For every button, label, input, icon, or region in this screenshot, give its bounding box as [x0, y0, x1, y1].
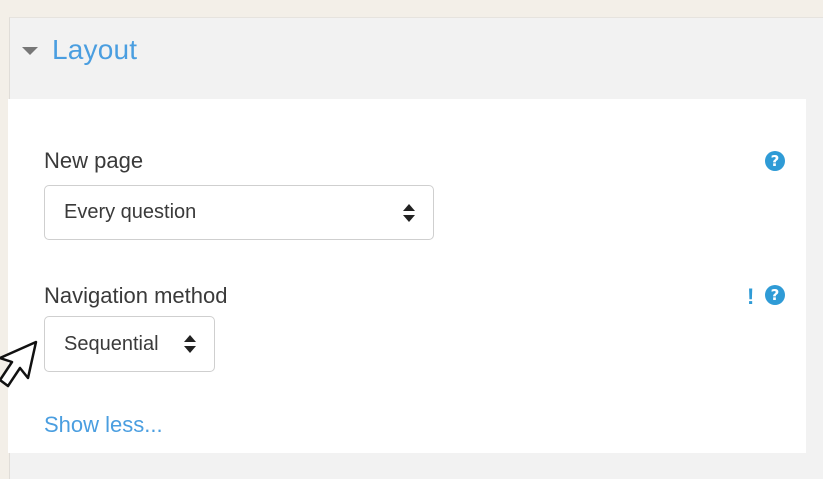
caret-down-icon[interactable]: [22, 47, 38, 55]
navigation-method-select[interactable]: Sequential: [44, 316, 215, 372]
question-circle-icon[interactable]: ?: [765, 151, 785, 171]
exclamation-icon: !: [747, 284, 755, 309]
sort-arrows-icon: [184, 335, 196, 353]
new-page-label: New page: [44, 148, 144, 173]
sort-arrows-icon: [403, 203, 415, 222]
new-page-selected-value: Every question: [64, 201, 197, 223]
layout-section-header[interactable]: Layout: [22, 30, 137, 70]
page: Layout New page ? Every question Navigat…: [0, 0, 823, 479]
new-page-select[interactable]: Every question: [44, 185, 434, 240]
show-less-link[interactable]: Show less...: [44, 412, 163, 438]
navigation-method-selected-value: Sequential: [64, 332, 159, 355]
navigation-method-label: Navigation method: [44, 283, 228, 308]
mouse-pointer-icon: [0, 340, 38, 388]
question-circle-icon[interactable]: ?: [765, 285, 785, 305]
section-title[interactable]: Layout: [52, 34, 137, 66]
